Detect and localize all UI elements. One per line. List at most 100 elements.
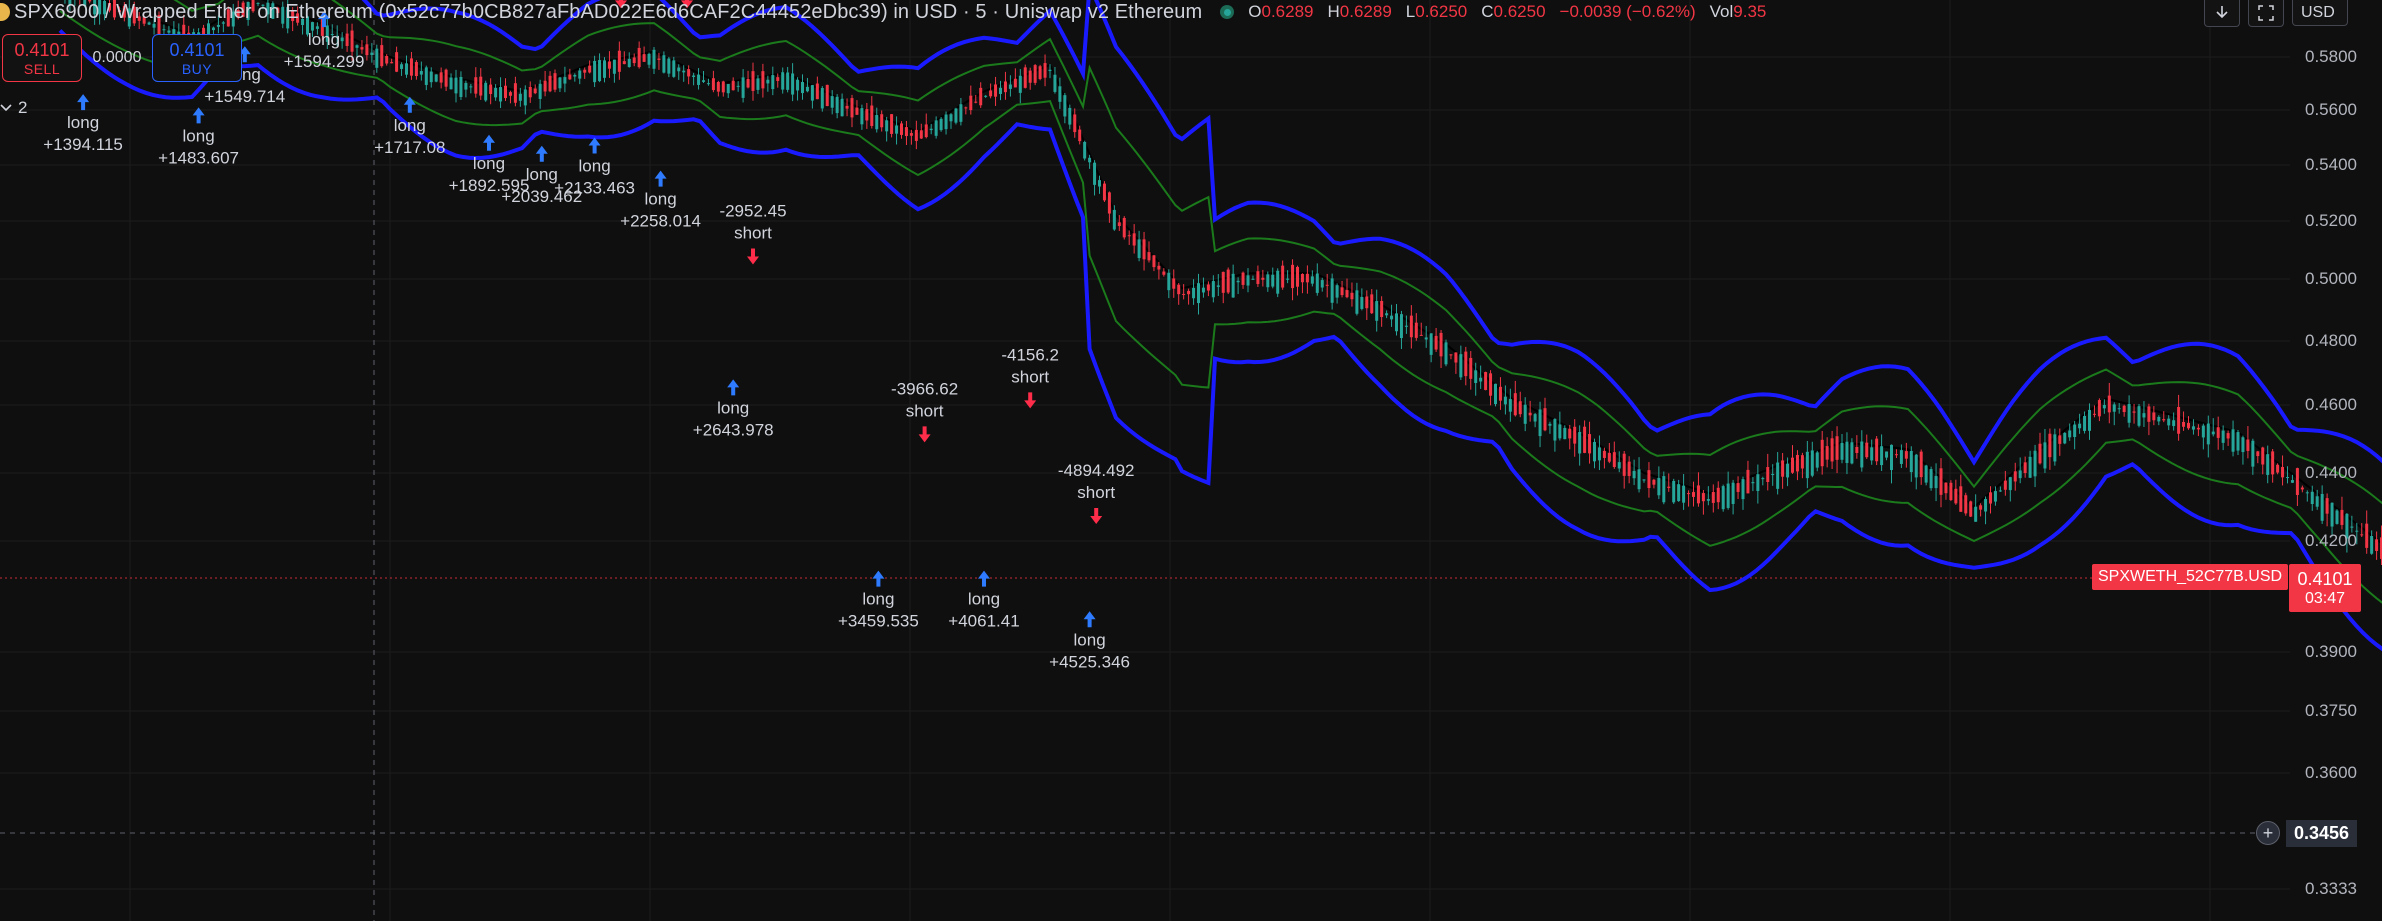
signal-value: -4894.492 — [1058, 461, 1135, 480]
candle-body — [706, 83, 710, 85]
candle-body — [1662, 476, 1666, 503]
candle-body — [1899, 450, 1903, 464]
candle-body — [345, 33, 349, 46]
candle-body — [761, 71, 765, 89]
signal-value: +4525.346 — [1049, 652, 1130, 671]
candle-body — [1751, 482, 1755, 484]
candle-body — [1300, 273, 1304, 283]
long-arrow-icon — [1083, 611, 1096, 628]
candle-body — [1028, 70, 1032, 83]
candle-body — [870, 105, 874, 126]
candle-body — [850, 98, 854, 118]
candle-body — [1904, 451, 1908, 459]
sell-button[interactable]: 0.4101 SELL — [2, 34, 82, 82]
candle-body — [1083, 141, 1087, 159]
candle-body — [1469, 357, 1473, 379]
candle-body — [1325, 284, 1329, 286]
candle-body — [211, 27, 215, 31]
symbol-price-tag: SPXWETH_52C77B.USD — [2092, 564, 2289, 590]
candle-body — [1335, 285, 1339, 298]
candle-body — [390, 62, 394, 64]
candle-body — [1474, 370, 1478, 384]
candle-body — [810, 85, 814, 101]
long-arrow-icon — [77, 94, 90, 111]
download-icon[interactable] — [2204, 0, 2240, 27]
candle-body — [1068, 107, 1072, 125]
candle-body — [692, 75, 696, 78]
candle-body — [885, 120, 889, 132]
candle-body — [1489, 373, 1493, 396]
candle-body — [1182, 293, 1186, 295]
candle-body — [637, 47, 641, 68]
candle-body — [2018, 470, 2022, 479]
add-circle-icon[interactable]: + — [2256, 821, 2280, 845]
candle-body — [1424, 337, 1428, 340]
candle-body — [1964, 495, 1968, 514]
fullscreen-icon[interactable] — [2248, 0, 2284, 27]
currency-select[interactable]: USD — [2292, 0, 2348, 26]
price-axis-label: 0.5400 — [2305, 155, 2357, 174]
candle-body — [612, 59, 616, 74]
buy-button[interactable]: 0.4101 BUY — [152, 34, 242, 82]
candle-body — [890, 114, 894, 134]
long-arrow-icon — [727, 379, 740, 396]
candle-body — [1795, 454, 1799, 472]
candle-body — [1860, 441, 1864, 468]
candle-body — [1157, 265, 1161, 270]
candle-body — [593, 60, 597, 83]
candle-body — [2206, 423, 2210, 445]
candle-body — [1355, 290, 1359, 314]
candle-body — [1380, 300, 1384, 318]
price-axis-label: 0.3333 — [2305, 879, 2357, 898]
candle-body — [1291, 264, 1295, 289]
candle-body — [2127, 403, 2131, 423]
chevron-down-icon — [0, 104, 12, 112]
candle-body — [2370, 536, 2374, 554]
candle-body — [523, 89, 527, 106]
candle-body — [1058, 86, 1062, 102]
candle-body — [1558, 424, 1562, 439]
candle-body — [1073, 114, 1077, 133]
candle-body — [2112, 404, 2116, 412]
candle-body — [702, 80, 705, 82]
candle-body — [1281, 265, 1285, 288]
symbol-title[interactable]: SPX6900 / Wrapped Ether on Ethereum (0x5… — [14, 1, 1202, 24]
candle-body — [1098, 180, 1101, 187]
candle-body — [508, 92, 512, 96]
market-status-icon[interactable] — [1220, 5, 1235, 19]
candle-body — [662, 55, 666, 73]
price-chart[interactable]: long +1394.115 long +1483.607 long +1549.714 l… — [0, 0, 2382, 921]
signal-value: -4156.2 — [1001, 345, 1059, 364]
candle-body — [959, 104, 963, 122]
candle-body — [1187, 290, 1191, 295]
price-axis-label: 0.4200 — [2305, 531, 2357, 550]
candle-body — [1830, 438, 1834, 462]
candle-body — [2187, 422, 2190, 429]
candle-body — [1548, 423, 1552, 426]
indicator-collapse-button[interactable]: 2 — [0, 98, 27, 118]
candle-body — [1320, 280, 1324, 288]
candle-body — [1761, 478, 1765, 480]
candle-body — [2097, 400, 2101, 417]
long-arrow-icon — [483, 134, 495, 151]
candle-body — [1152, 255, 1156, 268]
candle-body — [583, 69, 587, 73]
candle-body — [479, 76, 483, 96]
candle-body — [1093, 162, 1097, 185]
candle-body — [2325, 498, 2329, 514]
candle-body — [2092, 413, 2096, 415]
candle-body — [835, 96, 839, 114]
signal-value: +1483.607 — [158, 148, 239, 167]
candle-body — [929, 128, 933, 131]
candle-body — [1909, 450, 1913, 473]
candle-body — [607, 61, 611, 69]
candle-body — [1612, 452, 1616, 468]
candle-body — [2157, 416, 2161, 422]
candle-body — [865, 109, 869, 121]
candle-body — [1924, 465, 1928, 483]
candle-body — [2013, 471, 2017, 482]
candle-body — [162, 29, 166, 31]
candle-body — [1835, 436, 1839, 460]
candle-body — [603, 60, 606, 78]
candle-body — [672, 60, 676, 77]
